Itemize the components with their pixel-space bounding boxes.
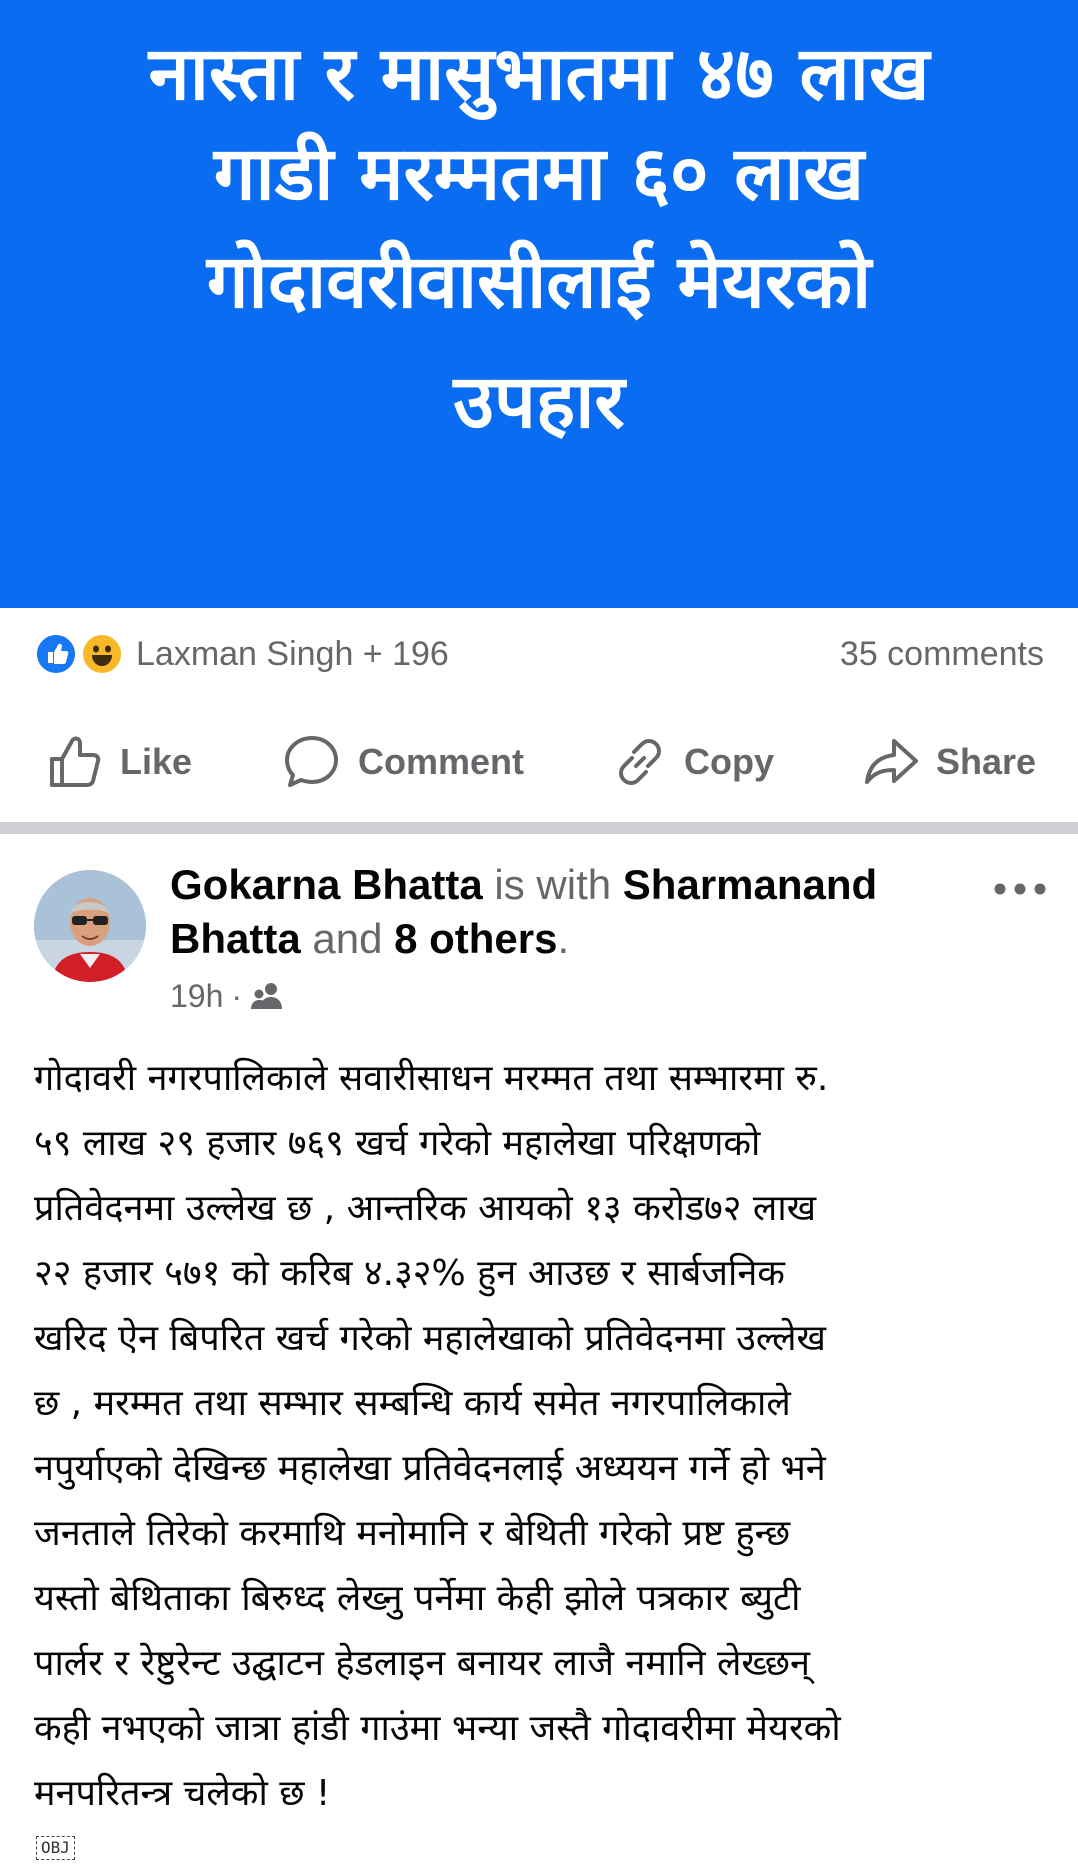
- more-options-button[interactable]: [990, 874, 1050, 904]
- like-label: Like: [120, 741, 193, 782]
- like-button[interactable]: Like: [46, 730, 192, 794]
- like-reaction-icon[interactable]: [34, 632, 78, 676]
- copy-label: Copy: [684, 741, 774, 782]
- post-text-line: जनताले तिरेको करमाथि मनोमानि र बेथिती गर…: [34, 1513, 791, 1554]
- post-text-line: कही नभएको जात्रा हांडी गाउंमा भन्या जस्त…: [34, 1708, 841, 1749]
- friends-icon[interactable]: [250, 981, 284, 1011]
- link-icon: [619, 739, 661, 785]
- is-with-text: is with: [494, 861, 612, 908]
- banner-line-1: नास्ता र मासुभातमा ४७ लाख: [148, 31, 930, 117]
- post-meta: 19h ·: [170, 976, 284, 1016]
- post-text-line: प्रतिवेदनमा उल्लेख छ , आन्तरिक आयको १३ क…: [34, 1188, 817, 1229]
- more-dots-icon: [994, 883, 1046, 895]
- author-avatar[interactable]: [34, 870, 146, 982]
- object-placeholder: OBJ: [36, 1836, 75, 1860]
- post-author-line: Gokarna Bhatta is with Sharmanand Bhatta…: [170, 858, 950, 966]
- comment-button[interactable]: Comment: [282, 730, 524, 794]
- post-banner-image[interactable]: नास्ता र मासुभातमा ४७ लाख गाडी मरम्मतमा …: [0, 0, 1078, 608]
- post-text-line: पार्लर र रेष्टुरेन्ट उद्घाटन हेडलाइन बना…: [34, 1643, 810, 1684]
- banner-line-3: गोदावरीवासीलाई मेयरको: [206, 239, 872, 325]
- post-text-line: मनपरितन्त्र चलेको छ !: [34, 1773, 331, 1814]
- post-text-line: यस्तो बेथिताका बिरुध्द लेख्नु पर्नेमा के…: [34, 1578, 801, 1619]
- meta-separator: ·: [231, 978, 243, 1014]
- share-button[interactable]: Share: [862, 730, 1036, 794]
- post-text-line: नपुर्याएको देखिन्छ महालेखा प्रतिवेदनलाई …: [34, 1448, 826, 1489]
- tagged-others-link[interactable]: 8 others: [394, 915, 557, 962]
- comments-count-link[interactable]: 35 comments: [840, 632, 1044, 676]
- thumbs-up-icon: [50, 736, 101, 787]
- and-text: and: [312, 915, 383, 962]
- author-name[interactable]: Gokarna Bhatta: [170, 861, 483, 908]
- post-text-line: गोदावरी नगरपालिकाले सवारीसाधन मरम्मत तथा…: [34, 1058, 829, 1099]
- post-text-line: खरिद ऐन बिपरित खर्च गरेको महालेखाको प्रत…: [34, 1318, 827, 1359]
- share-arrow-icon: [865, 739, 918, 784]
- haha-reaction-icon[interactable]: [80, 632, 124, 676]
- post-body-text: गोदावरी नगरपालिकाले सवारीसाधन मरम्मत तथा…: [34, 1046, 1044, 1826]
- period-text: .: [557, 915, 570, 962]
- copy-button[interactable]: Copy: [612, 730, 774, 794]
- comment-label: Comment: [358, 741, 525, 782]
- banner-line-2: गाडी मरम्मतमा ६० लाख: [213, 131, 865, 217]
- post-text-line: २२ हजार ५७१ को करिब ४.३२% हुन आउछ र सार्…: [34, 1253, 785, 1294]
- banner-line-4: उपहार: [453, 359, 625, 445]
- post-timestamp[interactable]: 19h: [170, 976, 223, 1016]
- comment-bubble-icon: [285, 736, 338, 787]
- post-text-line: छ , मरम्मत तथा सम्भार सम्बन्धि कार्य समे…: [34, 1383, 791, 1424]
- share-label: Share: [936, 741, 1037, 782]
- post-text-line: ५९ लाख २९ हजार ७६९ खर्च गरेको महालेखा पर…: [34, 1123, 761, 1164]
- reaction-summary[interactable]: Laxman Singh + 196: [136, 632, 449, 676]
- feed-divider: [0, 822, 1078, 834]
